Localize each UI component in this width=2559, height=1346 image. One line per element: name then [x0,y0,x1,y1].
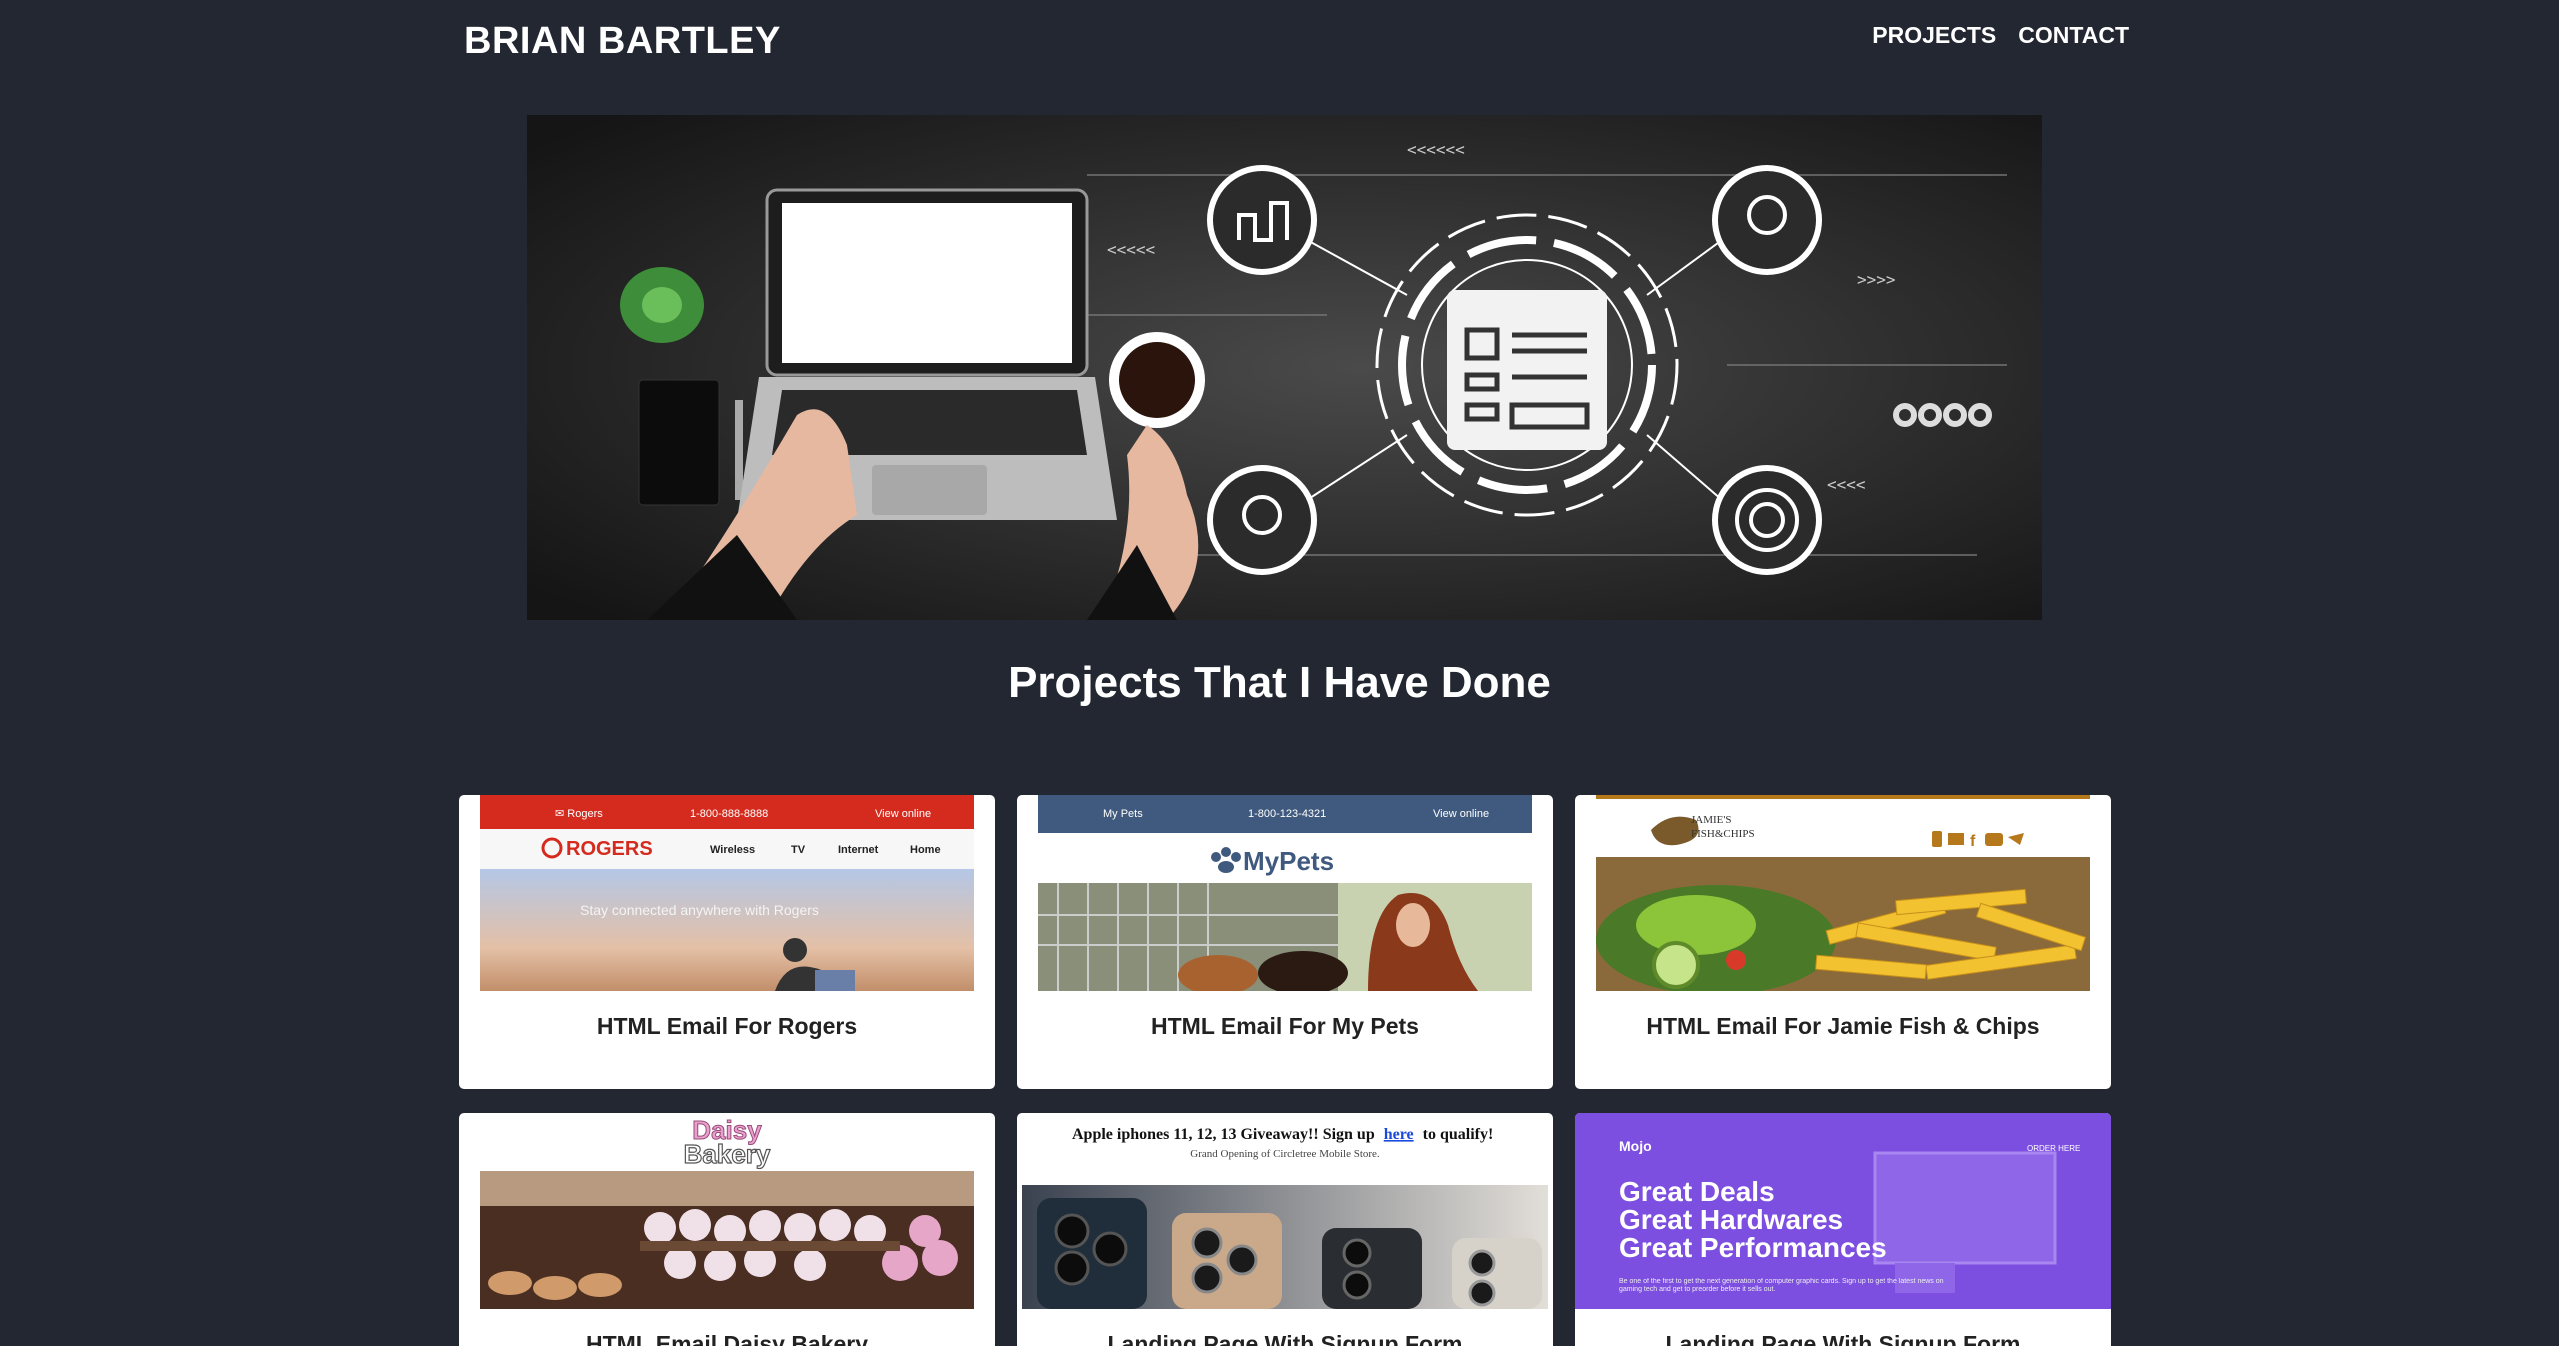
project-card-mypets[interactable]: My Pets 1-800-123-4321 View online MyPet… [1017,795,1553,1089]
rogers-thumbnail: ✉ Rogers 1-800-888-8888 View online ROGE… [480,795,974,991]
svg-text:Internet: Internet [838,844,879,856]
svg-text:f: f [1970,833,1976,850]
card-title: HTML Email Daisy Bakery [585,1331,869,1346]
iphone-thumbnail: Apple iphones 11, 12, 13 Giveaway!! Sign… [1022,1113,1548,1309]
svg-text:Great Hardwares: Great Hardwares [1619,1204,1843,1235]
svg-text:<<<<<<: <<<<<< [1407,140,1465,159]
project-card-daisy-bakery[interactable]: Daisy Bakery HTML Email Daisy Bakery [459,1113,995,1346]
jamie-thumbnail: JAMIE'S FISH&CHIPS f [1596,795,2090,991]
mypets-logo: MyPets [1243,846,1334,876]
project-card-mojo[interactable]: Mojo ORDER HERE Great Deals Great Hardwa… [1575,1113,2111,1346]
nav-link-contact[interactable]: CONTACT [2018,22,2129,49]
svg-text:<<<<: <<<< [1827,475,1866,494]
project-card-iphone-giveaway[interactable]: Apple iphones 11, 12, 13 Giveaway!! Sign… [1017,1113,1553,1346]
svg-text:Wireless: Wireless [710,844,755,856]
rogers-topbar-left: ✉ Rogers [555,808,603,820]
mojo-thumbnail: Mojo ORDER HERE Great Deals Great Hardwa… [1575,1113,2111,1309]
nav-links: PROJECTS CONTACT [1872,22,2129,49]
svg-text:Great Deals: Great Deals [1619,1176,1775,1207]
svg-text:<<<<<: <<<<< [1107,240,1155,259]
card-title: Landing Page With Signup Form [1665,1331,2021,1346]
project-card-jamie-fish-chips[interactable]: JAMIE'S FISH&CHIPS f HTML Email For Jami… [1575,795,2111,1089]
svg-text:My Pets: My Pets [1103,808,1143,820]
hero-banner: <<<<< >>>> <<<< <<<<<< [527,115,2042,620]
svg-text:Apple iphones 11, 12, 13 Givea: Apple iphones 11, 12, 13 Giveaway!! Sign… [1072,1126,1493,1143]
svg-text:Grand Opening of Circletree Mo: Grand Opening of Circletree Mobile Store… [1190,1148,1380,1160]
card-title: HTML Email For Jamie Fish & Chips [1646,1013,2040,1039]
rogers-logo: ROGERS [566,838,653,860]
rogers-topbar-right: View online [875,808,931,820]
card-title: Landing Page With Signup Form [1107,1331,1463,1346]
project-card-rogers[interactable]: ✉ Rogers 1-800-888-8888 View online ROGE… [459,795,995,1089]
signup-here-link: here [1384,1126,1414,1143]
svg-text:>>>>: >>>> [1857,270,1896,289]
svg-text:JAMIE'S: JAMIE'S [1691,814,1732,826]
daisy-thumbnail: Daisy Bakery [480,1113,974,1309]
card-title: HTML Email For Rogers [596,1013,858,1039]
nav-link-projects[interactable]: PROJECTS [1872,22,1996,49]
svg-text:FISH&CHIPS: FISH&CHIPS [1691,828,1755,840]
svg-text:Home: Home [910,844,941,856]
svg-text:TV: TV [791,844,806,856]
hero-illustration: <<<<< >>>> <<<< <<<<<< [527,115,2042,620]
mypets-thumbnail: My Pets 1-800-123-4321 View online MyPet… [1038,795,1532,991]
svg-text:Bakery: Bakery [684,1139,771,1169]
brand-logo[interactable]: BRIAN BARTLEY [464,20,781,63]
mojo-brand: Mojo [1619,1138,1652,1154]
rogers-topbar-phone: 1-800-888-8888 [690,808,768,820]
card-title: HTML Email For My Pets [1151,1013,1419,1039]
svg-text:1-800-123-4321: 1-800-123-4321 [1248,808,1326,820]
section-title: Projects That I Have Done [1008,658,1551,707]
rogers-banner-text: Stay connected anywhere with Rogers [580,902,819,918]
svg-text:Great Performances: Great Performances [1619,1232,1887,1263]
mojo-order-link: ORDER HERE [2027,1144,2080,1153]
svg-text:View online: View online [1433,808,1489,820]
